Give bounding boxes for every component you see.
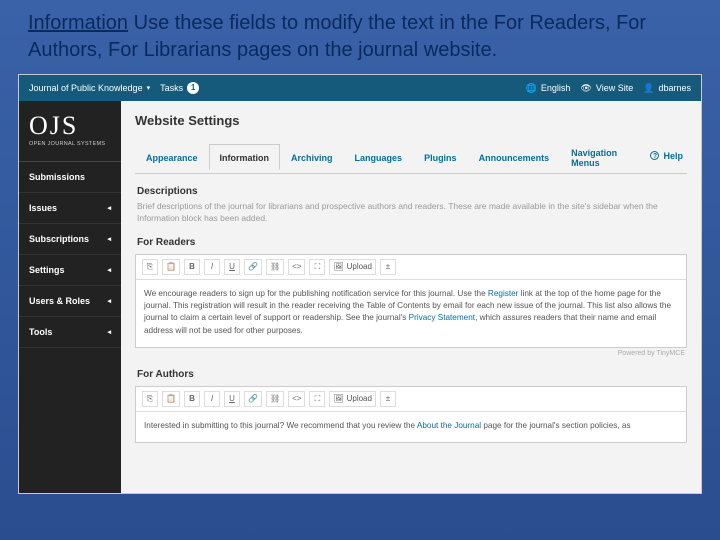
bold-button[interactable]: B <box>184 391 200 407</box>
sidebar-item-label: Submissions <box>29 172 85 182</box>
tab-appearance[interactable]: Appearance <box>135 144 209 169</box>
main-content: Website Settings Appearance Information … <box>121 101 701 493</box>
bold-button[interactable]: B <box>184 259 200 275</box>
slide-caption: Information Use these fields to modify t… <box>0 0 720 74</box>
for-readers-content[interactable]: We encourage readers to sign up for the … <box>136 280 686 347</box>
sidebar-item-issues[interactable]: Issues ◂ <box>19 193 121 224</box>
copy-button[interactable]: ⎘ <box>142 391 158 407</box>
sidebar-item-settings[interactable]: Settings ◂ <box>19 255 121 286</box>
link-button[interactable]: 🔗 <box>244 259 262 275</box>
sidebar-item-label: Settings <box>29 265 65 275</box>
user-label: dbarnes <box>658 83 691 93</box>
descriptions-heading: Descriptions <box>137 186 685 197</box>
upload-label: Upload <box>347 262 372 271</box>
user-icon: 👤 <box>643 83 654 94</box>
sidebar-item-users-roles[interactable]: Users & Roles ◂ <box>19 286 121 317</box>
fullscreen-button[interactable]: ⛶ <box>309 391 325 407</box>
chevron-left-icon: ◂ <box>107 328 111 336</box>
paste-button[interactable]: 📋 <box>162 259 180 275</box>
about-journal-link[interactable]: About the Journal <box>417 421 481 430</box>
code-button[interactable]: <> <box>288 259 305 275</box>
tasks-count-badge: 1 <box>187 82 199 94</box>
logo-subtext: OPEN JOURNAL SYSTEMS <box>29 141 111 147</box>
copy-button[interactable]: ⎘ <box>142 259 158 275</box>
unlink-button[interactable]: ⛓ <box>266 391 284 407</box>
help-label: Help <box>663 151 683 161</box>
descriptions-text: Brief descriptions of the journal for li… <box>137 201 685 225</box>
chevron-left-icon: ◂ <box>107 204 111 212</box>
for-readers-editor: ⎘ 📋 B I U 🔗 ⛓ <> ⛶ 🖼 Upload ± We <box>135 254 687 348</box>
tab-languages[interactable]: Languages <box>344 144 414 169</box>
powered-by-label: Powered by TinyMCE <box>135 350 685 357</box>
image-icon: 🖼 <box>333 262 343 271</box>
tasks-button[interactable]: Tasks 1 <box>160 82 199 94</box>
sidebar-item-label: Users & Roles <box>29 296 90 306</box>
fullscreen-button[interactable]: ⛶ <box>309 259 325 275</box>
view-site-link[interactable]: 👁 View Site <box>580 83 633 94</box>
for-authors-editor: ⎘ 📋 B I U 🔗 ⛓ <> ⛶ 🖼 Upload ± Int <box>135 386 687 443</box>
globe-icon: 🌐 <box>526 83 537 94</box>
editor-toolbar: ⎘ 📋 B I U 🔗 ⛓ <> ⛶ 🖼 Upload ± <box>136 255 686 280</box>
for-authors-content[interactable]: Interested in submitting to this journal… <box>136 412 686 442</box>
chevron-left-icon: ◂ <box>107 266 111 274</box>
privacy-statement-link[interactable]: Privacy Statement <box>409 313 475 322</box>
unlink-button[interactable]: ⛓ <box>266 259 284 275</box>
upload-label: Upload <box>347 394 372 403</box>
sidebar-item-submissions[interactable]: Submissions <box>19 162 121 193</box>
paste-button[interactable]: 📋 <box>162 391 180 407</box>
journal-name: Journal of Public Knowledge <box>29 83 143 93</box>
tab-information[interactable]: Information <box>209 144 281 170</box>
tasks-label: Tasks <box>160 83 183 93</box>
chevron-left-icon: ◂ <box>107 297 111 305</box>
logo: OJS OPEN JOURNAL SYSTEMS <box>19 101 121 162</box>
tabs: Appearance Information Archiving Languag… <box>135 138 687 174</box>
tab-announcements[interactable]: Announcements <box>468 144 561 169</box>
tab-archiving[interactable]: Archiving <box>280 144 344 169</box>
sidebar-item-label: Issues <box>29 203 57 213</box>
image-icon: 🖼 <box>333 394 343 403</box>
link-button[interactable]: 🔗 <box>244 391 262 407</box>
for-readers-heading: For Readers <box>137 237 685 248</box>
sidebar-item-subscriptions[interactable]: Subscriptions ◂ <box>19 224 121 255</box>
insert-button[interactable]: ± <box>380 391 396 407</box>
topbar: Journal of Public Knowledge ▾ Tasks 1 🌐 … <box>19 75 701 101</box>
language-label: English <box>541 83 571 93</box>
chevron-down-icon: ▾ <box>147 84 151 92</box>
tab-plugins[interactable]: Plugins <box>413 144 468 169</box>
underline-button[interactable]: U <box>224 391 240 407</box>
logo-text: OJS <box>29 113 111 139</box>
language-switcher[interactable]: 🌐 English <box>526 83 571 94</box>
underline-button[interactable]: U <box>224 259 240 275</box>
insert-button[interactable]: ± <box>380 259 396 275</box>
code-button[interactable]: <> <box>288 391 305 407</box>
help-icon: ? <box>650 151 659 160</box>
upload-button[interactable]: 🖼 Upload <box>329 259 376 275</box>
register-link[interactable]: Register <box>488 289 519 298</box>
chevron-left-icon: ◂ <box>107 235 111 243</box>
view-site-label: View Site <box>596 83 633 93</box>
sidebar-item-label: Subscriptions <box>29 234 89 244</box>
editor-toolbar: ⎘ 📋 B I U 🔗 ⛓ <> ⛶ 🖼 Upload ± <box>136 387 686 412</box>
journal-switcher[interactable]: Journal of Public Knowledge ▾ <box>29 83 150 93</box>
sidebar-item-label: Tools <box>29 327 52 337</box>
for-authors-heading: For Authors <box>137 369 685 380</box>
sidebar-item-tools[interactable]: Tools ◂ <box>19 317 121 348</box>
italic-button[interactable]: I <box>204 391 220 407</box>
sidebar: OJS OPEN JOURNAL SYSTEMS Submissions Iss… <box>19 101 121 493</box>
caption-title: Information <box>28 12 128 34</box>
help-link[interactable]: ? Help <box>646 151 687 161</box>
user-menu[interactable]: 👤 dbarnes <box>643 83 691 94</box>
page-title: Website Settings <box>135 113 687 128</box>
upload-button[interactable]: 🖼 Upload <box>329 391 376 407</box>
eye-icon: 👁 <box>580 83 591 94</box>
app-screenshot: Journal of Public Knowledge ▾ Tasks 1 🌐 … <box>18 74 702 494</box>
tab-navigation-menus[interactable]: Navigation Menus <box>560 139 646 174</box>
italic-button[interactable]: I <box>204 259 220 275</box>
